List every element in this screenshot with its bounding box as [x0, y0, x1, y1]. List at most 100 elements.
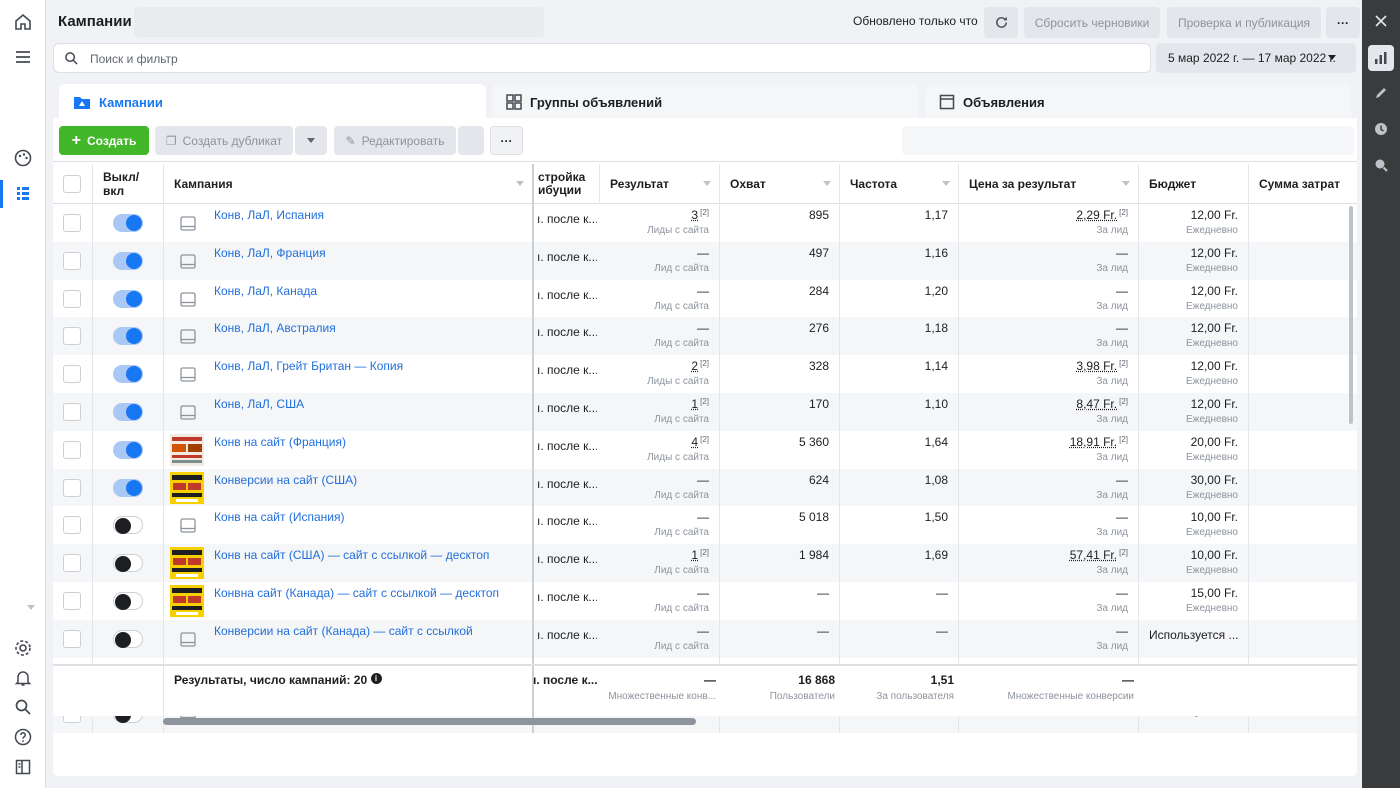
- campaign-toggle[interactable]: [113, 289, 143, 308]
- campaign-name-link[interactable]: Конв на сайт (США) — сайт с ссылкой — де…: [214, 548, 489, 562]
- row-checkbox[interactable]: [63, 365, 81, 384]
- campaign-toggle[interactable]: [113, 516, 143, 535]
- campaign-name-link[interactable]: Конв, ЛаЛ, Испания: [214, 208, 324, 222]
- row-checkbox[interactable]: [63, 251, 81, 270]
- campaign-name-link[interactable]: Конв, ЛаЛ, Грейт Британ — Копия: [214, 359, 403, 373]
- duplicate-button[interactable]: ❐ Создать дубликат: [155, 126, 293, 155]
- campaign-name-link[interactable]: Конверсии на сайт (США): [214, 473, 357, 487]
- reset-drafts-button[interactable]: Сбросить черновики: [1024, 7, 1160, 38]
- campaign-toggle[interactable]: [113, 214, 143, 232]
- edit-dropdown-button[interactable]: [458, 126, 484, 155]
- row-checkbox[interactable]: [63, 440, 81, 459]
- tab-ad-sets[interactable]: Группы объявлений: [492, 84, 918, 120]
- row-checkbox[interactable]: [63, 554, 81, 573]
- row-reach-cell: —: [720, 582, 840, 620]
- horizontal-scrollbar[interactable]: [163, 718, 696, 725]
- account-selector[interactable]: [134, 7, 544, 37]
- history-icon[interactable]: [1368, 116, 1394, 142]
- chart-icon[interactable]: [1368, 45, 1394, 71]
- pencil-icon[interactable]: [1368, 80, 1394, 106]
- row-spend-cell: [1249, 317, 1357, 355]
- row-checkbox[interactable]: [63, 629, 81, 648]
- table-row[interactable]: Конв, ЛаЛ, США ı. после к... 1 [2] Лид с сай…: [53, 393, 1357, 431]
- result-type: Лид с сайта: [654, 338, 709, 350]
- campaign-name-link[interactable]: Конвна сайт (Канада) — сайт с ссылкой — …: [214, 586, 499, 600]
- campaign-name-link[interactable]: Конв, ЛаЛ, Австралия: [214, 321, 336, 335]
- bell-icon[interactable]: [10, 665, 36, 691]
- view-options-area[interactable]: [902, 126, 1354, 155]
- more-options-button[interactable]: ···: [1326, 7, 1360, 38]
- settings-icon[interactable]: [10, 635, 36, 661]
- campaign-toggle[interactable]: [113, 440, 143, 459]
- col-cost[interactable]: Цена за результат: [959, 164, 1139, 204]
- table-row[interactable]: Конв, ЛаЛ, Канада ı. после к... — Лид с сай…: [53, 279, 1357, 318]
- close-icon[interactable]: [1368, 8, 1394, 34]
- toggle-knob: [126, 215, 142, 231]
- table-row[interactable]: Конверсии на сайт (Канада) — сайт с ссыл…: [53, 619, 1357, 658]
- refresh-button[interactable]: [984, 7, 1018, 38]
- row-cost-cell: 18,91 Fr. [2] За лид: [959, 430, 1139, 469]
- tab-ads[interactable]: Объявления: [925, 84, 1351, 120]
- campaign-name-link[interactable]: Конв на сайт (Испания): [214, 510, 344, 524]
- home-icon[interactable]: [10, 9, 36, 35]
- duplicate-dropdown-button[interactable]: [295, 126, 327, 155]
- table-row[interactable]: Конв на сайт (Испания) ı. после к... — Лид …: [53, 506, 1357, 545]
- row-checkbox[interactable]: [63, 478, 81, 497]
- col-result[interactable]: Результат: [600, 164, 720, 204]
- row-checkbox[interactable]: [63, 327, 81, 346]
- campaign-name-link[interactable]: Конв, ЛаЛ, Франция: [214, 246, 326, 260]
- col-toggle[interactable]: Выкл/ вкл: [93, 164, 164, 204]
- inspect-icon[interactable]: [1368, 152, 1394, 178]
- col-reach[interactable]: Охват: [720, 164, 840, 204]
- select-all-checkbox[interactable]: [63, 175, 81, 193]
- row-checkbox[interactable]: [63, 289, 81, 308]
- campaign-toggle[interactable]: [113, 251, 143, 270]
- col-attribution[interactable]: стройка ибуции: [534, 164, 600, 204]
- table-row[interactable]: Конвна сайт (Канада) — сайт с ссылкой — …: [53, 582, 1357, 620]
- campaign-toggle[interactable]: [113, 365, 143, 384]
- palette-icon[interactable]: [10, 145, 36, 171]
- campaign-toggle[interactable]: [113, 629, 143, 648]
- campaign-name-link[interactable]: Конверсии на сайт (Канада) — сайт с ссыл…: [214, 624, 473, 638]
- search-icon[interactable]: [10, 694, 36, 720]
- search-input[interactable]: Поиск и фильтр: [90, 52, 178, 66]
- row-checkbox[interactable]: [63, 403, 81, 421]
- row-checkbox[interactable]: [63, 516, 81, 535]
- col-spend[interactable]: Сумма затрат: [1249, 164, 1357, 204]
- row-checkbox[interactable]: [63, 214, 81, 232]
- campaign-toggle[interactable]: [113, 327, 143, 346]
- ads-table-icon[interactable]: [10, 181, 36, 207]
- campaign-name-link[interactable]: Конв, ЛаЛ, США: [214, 397, 304, 411]
- table-row[interactable]: Конв, ЛаЛ, Грейт Британ — Копия ı. после …: [53, 355, 1357, 394]
- table-row[interactable]: Конв, ЛаЛ, Франция ı. после к... — Лид с са…: [53, 241, 1357, 280]
- table-row[interactable]: Конв на сайт (США) — сайт с ссылкой — де…: [53, 544, 1357, 583]
- table-row[interactable]: Конв на сайт (Франция) ı. после к... 4 [2] Л…: [53, 430, 1357, 469]
- review-publish-button[interactable]: Проверка и публикация: [1167, 7, 1321, 38]
- campaign-toggle[interactable]: [113, 478, 143, 497]
- create-button[interactable]: + Создать: [59, 126, 149, 155]
- tab-campaigns[interactable]: Кампании: [59, 84, 486, 120]
- report-icon[interactable]: [10, 754, 36, 780]
- help-icon[interactable]: [10, 724, 36, 750]
- info-icon[interactable]: i: [370, 673, 382, 684]
- vertical-scrollbar[interactable]: [1349, 206, 1353, 424]
- row-checkbox[interactable]: [63, 592, 81, 610]
- menu-icon[interactable]: [10, 44, 36, 70]
- edit-button[interactable]: ✎ Редактировать: [334, 126, 456, 155]
- row-reach-cell: 170: [720, 393, 840, 431]
- table-row[interactable]: Конверсии на сайт (США) ı. после к... — Лид…: [53, 468, 1357, 507]
- campaign-name-link[interactable]: Конв, ЛаЛ, Канада: [214, 284, 317, 298]
- col-campaign[interactable]: Кампания: [164, 164, 534, 204]
- col-budget[interactable]: Бюджет: [1139, 164, 1249, 204]
- date-range-picker[interactable]: 5 мар 2022 г. — 17 мар 2022 г.: [1156, 43, 1356, 73]
- more-actions-button[interactable]: ···: [490, 126, 523, 155]
- table-row[interactable]: Конв, ЛаЛ, Испания ı. после к... 3 [2] Лиды …: [53, 204, 1357, 242]
- campaign-toggle[interactable]: [113, 403, 143, 421]
- scroll-down-icon[interactable]: [27, 605, 35, 610]
- campaign-toggle[interactable]: [113, 592, 143, 610]
- campaign-name-link[interactable]: Конв на сайт (Франция): [214, 435, 346, 449]
- table-row[interactable]: Конв, ЛаЛ, Австралия ı. после к... — Лид с …: [53, 317, 1357, 356]
- campaign-toggle[interactable]: [113, 554, 143, 573]
- col-frequency[interactable]: Частота: [840, 164, 959, 204]
- search-bar[interactable]: Поиск и фильтр: [53, 43, 1151, 73]
